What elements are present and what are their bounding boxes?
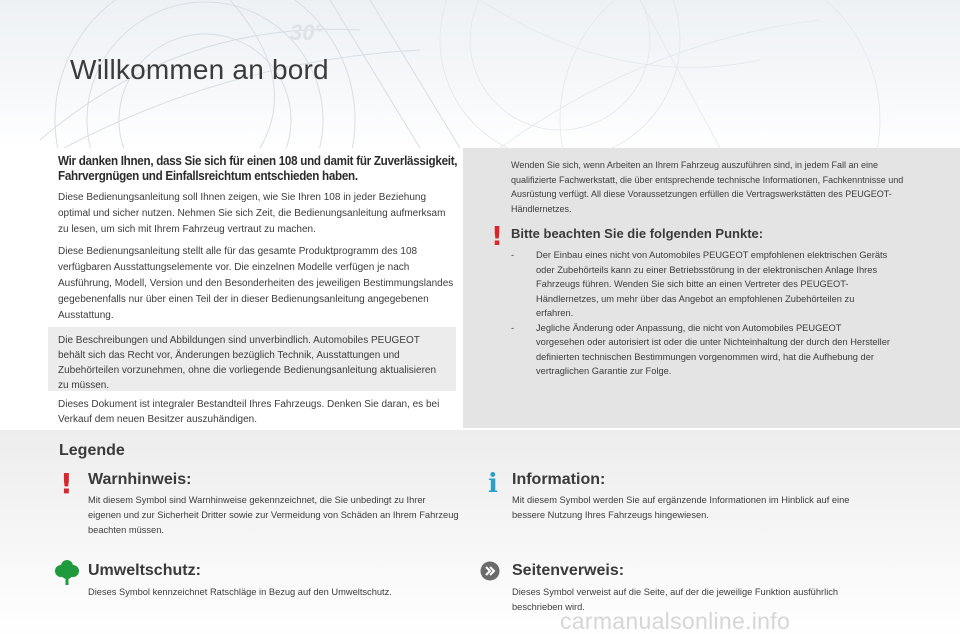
info-icon: i [488, 469, 498, 499]
intro-paragraph-equipment: Diese Bedienungsanleitung stellt alle fü… [58, 246, 454, 321]
double-chevron-icon [480, 561, 500, 581]
manual-page: 30° Willkommen an bord Wir danken Ihnen,… [0, 0, 960, 640]
disclaimer-text: Die Beschreibungen und Abbildungen sind … [58, 335, 437, 391]
closing-paragraph: Dieses Dokument ist integraler Bestandte… [58, 399, 440, 425]
intro-section: Wir danken Ihnen, dass Sie sich für eine… [58, 154, 458, 324]
notice-list: - Der Einbau eines nicht von Automobiles… [511, 248, 891, 379]
workshop-notice-intro: Wenden Sie sich, wenn Arbeiten an Ihrem … [511, 160, 904, 214]
information-heading: Information: [512, 471, 606, 488]
exclamation-icon: ! [491, 222, 503, 252]
intro-heading: Wir danken Ihnen, dass Sie sich für eine… [58, 154, 458, 183]
environment-text: Dieses Symbol kennzeichnet Ratschläge in… [88, 587, 392, 597]
information-text: Mit diesem Symbol werden Sie auf ergänze… [512, 495, 850, 520]
svg-text:30°: 30° [290, 20, 323, 45]
warning-text: Mit diesem Symbol sind Warnhinweise geke… [88, 495, 459, 535]
tree-icon [55, 560, 79, 585]
list-item-text: Der Einbau eines nicht von Automobiles P… [536, 250, 888, 318]
list-item: - Der Einbau eines nicht von Automobiles… [511, 248, 891, 321]
page-title: Willkommen an bord [70, 54, 329, 85]
list-dash: - [511, 322, 515, 333]
crossref-heading: Seitenverweis: [512, 562, 625, 579]
watermark: carmanualsonline.info [560, 608, 791, 634]
legend-title: Legende [59, 442, 125, 459]
header-banner: 30° Willkommen an bord [0, 0, 960, 148]
workshop-notice-panel: Wenden Sie sich, wenn Arbeiten an Ihrem … [463, 148, 960, 428]
list-item-text: Jegliche Änderung oder Anpassung, die ni… [536, 322, 890, 377]
warning-heading: Warnhinweis: [88, 471, 192, 488]
disclaimer-box: Die Beschreibungen und Abbildungen sind … [48, 327, 456, 391]
notice-heading: Bitte beachten Sie die folgenden Punkte: [511, 226, 764, 241]
environment-heading: Umweltschutz: [88, 562, 201, 579]
list-dash: - [511, 250, 515, 260]
list-item: - Jegliche Änderung oder Anpassung, die … [511, 321, 891, 379]
exclamation-icon: ! [60, 467, 73, 500]
intro-paragraph-usage: Diese Bedienungsanleitung soll Ihnen zei… [58, 192, 446, 235]
